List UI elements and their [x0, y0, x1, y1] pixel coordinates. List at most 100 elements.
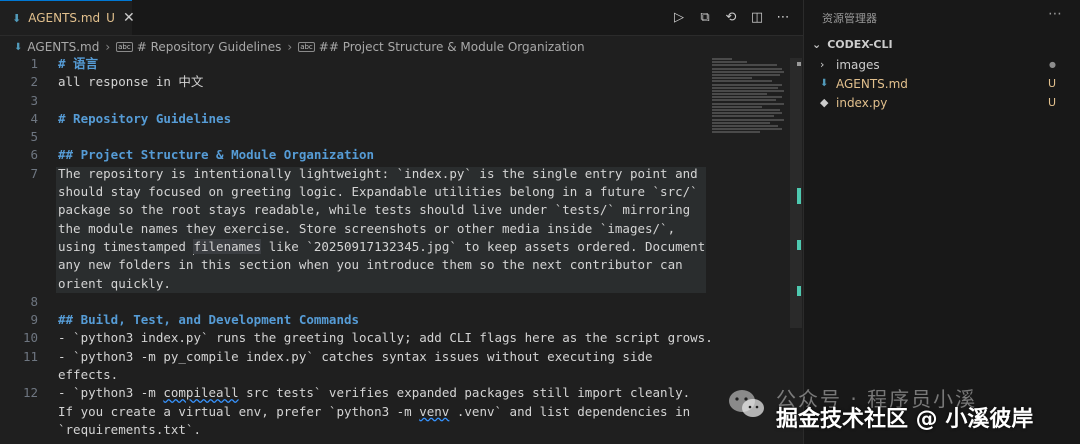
- code-text: # 语言: [58, 56, 99, 71]
- minimap-line: [712, 83, 782, 86]
- breadcrumb-file[interactable]: AGENTS.md: [27, 40, 99, 54]
- open-changes-icon[interactable]: ⟲: [723, 10, 739, 25]
- tab-label: AGENTS.md: [28, 11, 101, 25]
- minimap-line: [712, 124, 778, 127]
- minimap[interactable]: [712, 58, 792, 148]
- watermark: 公众号 · 程序员小溪 掘金技术社区 @ 小溪彼岸: [724, 383, 1074, 437]
- code-text: # Repository Guidelines: [58, 110, 232, 126]
- line-number: 10: [22, 330, 38, 346]
- more-actions-icon[interactable]: ⋯: [775, 10, 791, 25]
- code-segment: .venv` and list dependencies in: [449, 403, 691, 419]
- run-icon[interactable]: ▷: [671, 10, 687, 25]
- code-editor[interactable]: 1 # 语言 2 all response in 中文 3 4 # Repositor…: [0, 55, 800, 439]
- minimap-line: [712, 89, 784, 92]
- code-line: 7 The repository is intentionally lightwe…: [0, 165, 800, 183]
- code-line: If you create a virtual env, prefer `pyt…: [0, 403, 800, 421]
- minimap-line: [712, 70, 784, 73]
- line-number: 5: [30, 129, 38, 145]
- code-line: 1 # 语言: [0, 55, 800, 73]
- modified-dot: ●: [1049, 60, 1056, 69]
- code-text: the module names they exercise. Store sc…: [58, 220, 676, 236]
- string-symbol-icon: abc: [298, 42, 315, 52]
- line-number: 3: [30, 92, 38, 108]
- code-line: 3: [0, 92, 800, 110]
- code-segment: - `python3 -m: [58, 385, 164, 401]
- code-text: any new folders in this section when you…: [58, 257, 683, 273]
- code-text: - `python3 -m py_compile index.py` catch…: [58, 348, 653, 364]
- minimap-line: [712, 115, 774, 118]
- code-segment: src tests` verifies expanded packages st…: [238, 385, 691, 401]
- untracked-badge: U: [1047, 96, 1056, 109]
- breadcrumb-heading-1[interactable]: # Repository Guidelines: [137, 40, 282, 54]
- code-text: ## Build, Test, and Development Commands: [58, 312, 360, 328]
- code-line: 8: [0, 293, 800, 311]
- minimap-line: [712, 61, 747, 64]
- line-number: 11: [22, 348, 38, 364]
- code-text: all response in 中文: [58, 74, 204, 90]
- wechat-logo: [729, 390, 764, 417]
- code-text: should stay focused on greeting logic. E…: [58, 184, 698, 200]
- spellcheck-word: compileall: [163, 385, 239, 401]
- code-line: 9 ## Build, Test, and Development Command…: [0, 311, 800, 329]
- workspace-folder[interactable]: ⌄ CODEX-CLI: [812, 38, 893, 51]
- code-line: `requirements.txt`.: [0, 421, 800, 439]
- close-icon[interactable]: ✕: [123, 10, 135, 26]
- explorer-panel: 资源管理器 ⋯ ⌄ CODEX-CLI › images ● ⬇ AGENTS.…: [803, 0, 1080, 444]
- code-line: 11 - `python3 -m py_compile index.py` cat…: [0, 348, 800, 366]
- more-icon[interactable]: ⋯: [1048, 6, 1062, 22]
- minimap-line: [712, 105, 762, 108]
- code-line: 10 - `python3 index.py` runs the greeting…: [0, 329, 800, 347]
- markdown-file-icon: ⬇: [12, 11, 22, 25]
- minimap-line: [712, 73, 780, 76]
- code-line: 6 ## Project Structure & Module Organizat…: [0, 146, 800, 164]
- minimap-line: [712, 86, 778, 89]
- split-editor-icon[interactable]: ◫: [749, 10, 765, 25]
- scrollbar-change-marker: [797, 240, 801, 250]
- watermark-site: 掘金技术社区 @ 小溪彼岸: [776, 407, 1034, 432]
- code-line: using timestamped filenames like `202509…: [0, 238, 800, 256]
- chevron-right-icon: ›: [820, 58, 825, 71]
- minimap-line: [712, 99, 776, 102]
- code-text: `requirements.txt`.: [58, 421, 201, 437]
- tab-agents-md[interactable]: ⬇ AGENTS.md U ✕: [0, 0, 135, 35]
- folder-name: CODEX-CLI: [827, 38, 893, 51]
- chevron-right-icon: ›: [287, 40, 293, 54]
- code-text: - `python3 index.py` runs the greeting l…: [58, 330, 713, 346]
- code-text: effects.: [58, 367, 119, 383]
- tree-item-agents-md[interactable]: ⬇ AGENTS.md U: [820, 74, 1070, 93]
- code-line: 2 all response in 中文: [0, 73, 800, 91]
- breadcrumb-heading-2[interactable]: ## Project Structure & Module Organizati…: [319, 40, 585, 54]
- code-text: The repository is intentionally lightwei…: [58, 165, 698, 181]
- code-text: - `python3 -m compileall src tests` veri…: [58, 384, 690, 402]
- open-preview-icon[interactable]: ⧉: [697, 10, 713, 25]
- line-number: 7: [30, 165, 38, 181]
- minimap-line: [712, 131, 760, 134]
- minimap-line: [712, 118, 784, 121]
- code-text: orient quickly.: [58, 275, 171, 291]
- minimap-line: [712, 67, 782, 70]
- markdown-file-icon: ⬇: [820, 78, 829, 89]
- scrollbar-marker: [797, 62, 801, 66]
- chevron-right-icon: ›: [105, 40, 111, 54]
- code-segment: using timestamped: [58, 238, 194, 254]
- code-text: ## Project Structure & Module Organizati…: [58, 147, 375, 163]
- minimap-line: [712, 102, 784, 105]
- minimap-line: [712, 128, 782, 131]
- line-number: 6: [30, 147, 38, 163]
- line-number: 8: [30, 293, 38, 309]
- tree-item-images[interactable]: › images ●: [820, 55, 1070, 74]
- scrollbar-change-marker: [797, 286, 801, 296]
- spellcheck-word: venv: [419, 403, 450, 419]
- minimap-line: [712, 96, 782, 99]
- code-line: effects.: [0, 366, 800, 384]
- line-number: 1: [30, 56, 38, 71]
- code-segment: like `20250917132345.jpg` to keep assets…: [261, 238, 706, 254]
- explorer-title: 资源管理器: [822, 12, 877, 25]
- code-line: the module names they exercise. Store sc…: [0, 220, 800, 238]
- minimap-line: [712, 80, 772, 83]
- string-symbol-icon: abc: [116, 42, 133, 52]
- tab-bar: ⬇ AGENTS.md U ✕ ▷ ⧉ ⟲ ◫ ⋯: [0, 0, 803, 36]
- tree-item-index-py[interactable]: ◆ index.py U: [820, 93, 1070, 112]
- editor-pane: ⬇ AGENTS.md U ✕ ▷ ⧉ ⟲ ◫ ⋯ ⬇ AGENTS.md › …: [0, 0, 803, 444]
- line-number: 12: [22, 385, 38, 401]
